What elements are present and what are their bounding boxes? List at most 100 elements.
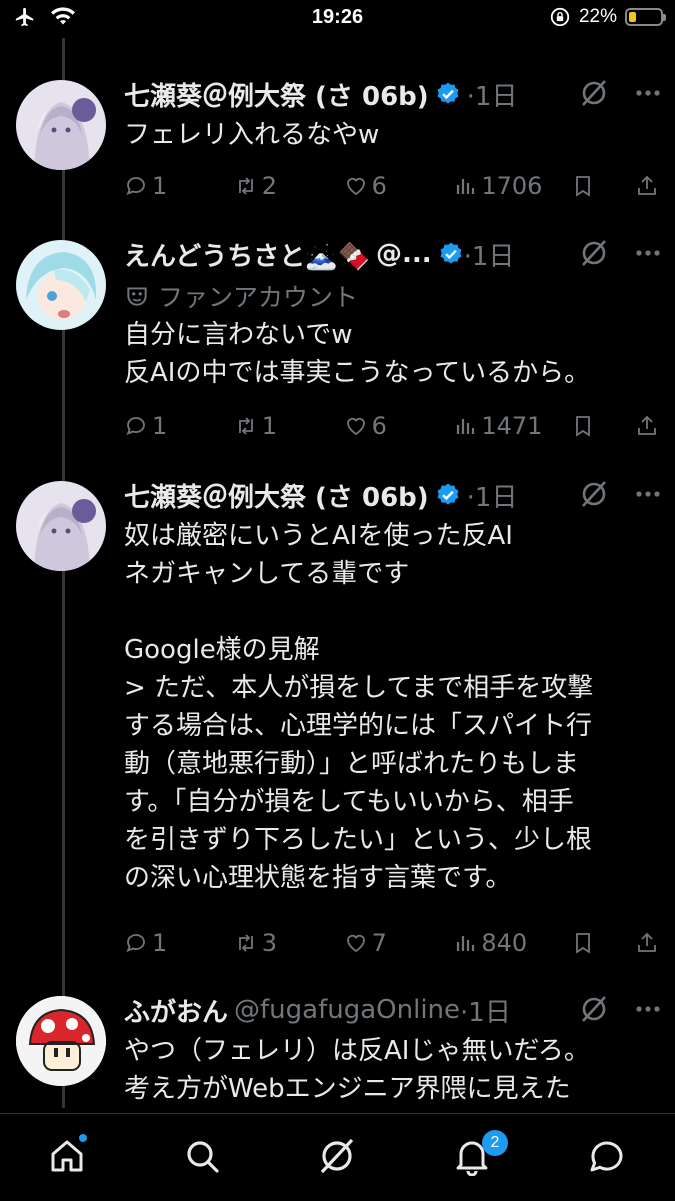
reply-icon bbox=[126, 177, 145, 196]
reply-button[interactable]: 1 bbox=[124, 929, 234, 957]
views-icon bbox=[457, 179, 475, 194]
tweet[interactable]: ふがおん @fugafugaOnline ·1日 やつ（フェレリ）は反AIじゃ無… bbox=[0, 992, 675, 1110]
grok-icon[interactable] bbox=[579, 78, 609, 108]
timestamp[interactable]: ·1日 bbox=[467, 76, 518, 113]
timestamp[interactable]: ·1日 bbox=[467, 477, 518, 514]
reply-count: 1 bbox=[152, 929, 168, 957]
battery-percent: 22% bbox=[578, 6, 617, 27]
tweet-text: 自分に言わないでw 反AIの中では事実こうなっているから。 bbox=[124, 320, 591, 388]
fan-account-label: ファンアカウント bbox=[124, 278, 358, 314]
rotation-lock-icon bbox=[550, 7, 570, 27]
verified-badge-icon bbox=[437, 82, 459, 104]
more-icon[interactable] bbox=[635, 89, 661, 97]
views-icon bbox=[457, 936, 475, 951]
avatar[interactable] bbox=[16, 481, 106, 571]
retweet-button[interactable]: 1 bbox=[234, 412, 344, 440]
like-count: 6 bbox=[371, 172, 387, 200]
like-count: 7 bbox=[371, 929, 387, 957]
retweet-button[interactable]: 2 bbox=[234, 172, 344, 200]
timestamp[interactable]: ·1日 bbox=[460, 992, 511, 1029]
grok-icon[interactable] bbox=[579, 238, 609, 268]
messages-icon bbox=[590, 1141, 623, 1172]
avatar[interactable] bbox=[16, 80, 106, 170]
avatar[interactable] bbox=[16, 996, 106, 1086]
timestamp[interactable]: ·1日 bbox=[464, 236, 515, 273]
battery-icon bbox=[625, 8, 666, 26]
bookmark-icon bbox=[576, 933, 591, 954]
notification-badge: 2 bbox=[482, 1130, 508, 1156]
tweet-text: やつ（フェレリ）は反AIじゃ無いだろ。 考え方がWebエンジニア界隈に見えた bbox=[124, 1036, 590, 1104]
like-button[interactable]: 7 bbox=[344, 929, 454, 957]
grok-icon[interactable] bbox=[579, 994, 609, 1024]
handle[interactable]: @... bbox=[376, 239, 432, 269]
bookmark-button[interactable] bbox=[571, 174, 635, 198]
like-icon bbox=[346, 417, 365, 436]
reply-button[interactable]: 1 bbox=[124, 172, 234, 200]
display-name[interactable]: 七瀬葵＠例大祭 (さ 06b) bbox=[124, 477, 429, 514]
share-button[interactable] bbox=[635, 174, 659, 198]
bookmark-icon bbox=[576, 176, 591, 197]
display-name[interactable]: ふがおん bbox=[124, 992, 228, 1029]
retweet-count: 1 bbox=[261, 412, 278, 440]
home-icon bbox=[51, 1140, 83, 1172]
views-button[interactable]: 840 bbox=[453, 929, 571, 957]
display-name[interactable]: えんどうちさと🗻🍫 bbox=[124, 236, 370, 273]
reply-count: 1 bbox=[152, 412, 168, 440]
more-icon[interactable] bbox=[635, 490, 661, 498]
bookmark-button[interactable] bbox=[571, 931, 635, 955]
avatar[interactable] bbox=[16, 240, 106, 330]
retweet-count: 2 bbox=[261, 172, 278, 200]
fan-label-text: ファンアカウント bbox=[158, 283, 359, 312]
battery-fill bbox=[629, 12, 636, 22]
more-icon[interactable] bbox=[635, 1005, 661, 1013]
nav-messages[interactable] bbox=[587, 1136, 627, 1176]
home-unread-dot bbox=[79, 1134, 87, 1142]
like-icon bbox=[346, 934, 365, 953]
reply-count: 1 bbox=[152, 172, 168, 200]
reply-icon bbox=[126, 934, 145, 953]
display-name[interactable]: 七瀬葵＠例大祭 (さ 06b) bbox=[124, 76, 429, 113]
share-button[interactable] bbox=[635, 931, 659, 955]
bottom-nav: 2 bbox=[0, 1113, 675, 1201]
nav-grok[interactable] bbox=[317, 1136, 357, 1176]
retweet-icon bbox=[238, 934, 253, 952]
grok-icon[interactable] bbox=[579, 479, 609, 509]
nav-home[interactable] bbox=[47, 1136, 87, 1176]
view-count: 1706 bbox=[481, 172, 543, 200]
views-button[interactable]: 1706 bbox=[453, 172, 571, 200]
reply-icon bbox=[126, 417, 145, 436]
tweet-text: フェレリ入れるなやw bbox=[124, 120, 380, 150]
like-icon bbox=[346, 177, 365, 196]
views-button[interactable]: 1471 bbox=[453, 412, 571, 440]
more-icon[interactable] bbox=[635, 249, 661, 257]
verified-badge-icon bbox=[437, 483, 459, 505]
reply-button[interactable]: 1 bbox=[124, 412, 234, 440]
search-icon bbox=[187, 1141, 219, 1173]
retweet-icon bbox=[238, 417, 253, 435]
fan-mask-icon bbox=[127, 287, 147, 306]
like-button[interactable]: 6 bbox=[344, 412, 454, 440]
views-icon bbox=[457, 419, 475, 434]
tweet[interactable]: えんどうちさと🗻🍫 @... ·1日 ファンアカウント 自分に言わないでw 反A… bbox=[0, 236, 675, 456]
share-icon bbox=[638, 932, 656, 952]
status-bar: 19:26 22% bbox=[0, 0, 675, 38]
tweet[interactable]: 七瀬葵＠例大祭 (さ 06b) ·1日 奴は厳密にいうとAIを使った反AI ネガ… bbox=[0, 477, 675, 967]
share-icon bbox=[638, 415, 656, 435]
nav-search[interactable] bbox=[182, 1136, 222, 1176]
view-count: 840 bbox=[481, 929, 528, 957]
like-count: 6 bbox=[371, 412, 387, 440]
handle[interactable]: @fugafugaOnline bbox=[234, 995, 460, 1025]
share-button[interactable] bbox=[635, 414, 659, 438]
like-button[interactable]: 6 bbox=[344, 172, 454, 200]
tweet[interactable]: 七瀬葵＠例大祭 (さ 06b) ·1日 フェレリ入れるなやw 1 2 6 170… bbox=[0, 76, 675, 216]
retweet-icon bbox=[238, 177, 253, 195]
grok-icon bbox=[320, 1138, 354, 1174]
share-icon bbox=[638, 175, 656, 195]
view-count: 1471 bbox=[481, 412, 543, 440]
retweet-count: 3 bbox=[261, 929, 278, 957]
bookmark-button[interactable] bbox=[571, 414, 635, 438]
verified-badge-icon bbox=[440, 242, 462, 264]
bookmark-icon bbox=[576, 416, 591, 437]
tweet-text: 奴は厳密にいうとAIを使った反AI ネガキャンしてる輩です Google様の見解… bbox=[124, 521, 594, 893]
retweet-button[interactable]: 3 bbox=[234, 929, 344, 957]
